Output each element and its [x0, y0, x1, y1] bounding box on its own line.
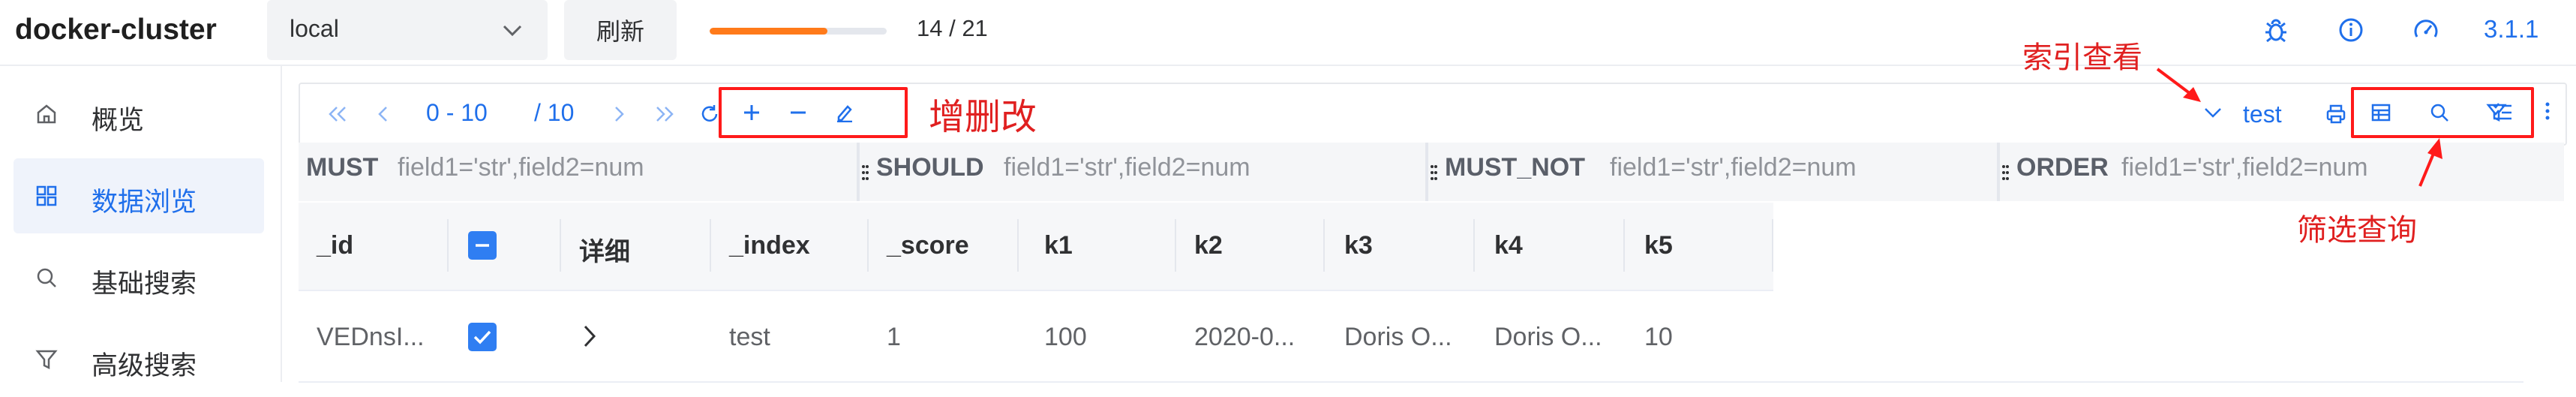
query-filter-row: MUST field1='str',field2=num SHOULD fiel…: [299, 143, 2564, 201]
more-vertical-icon[interactable]: [2534, 98, 2561, 125]
column-divider[interactable]: [1323, 219, 1325, 272]
drag-handle-icon[interactable]: [1428, 159, 1439, 186]
page-total: / 10: [534, 99, 575, 126]
sidebar-item-label: 数据浏览: [92, 188, 197, 217]
first-page-icon[interactable]: [324, 101, 351, 128]
filter-should[interactable]: SHOULD field1='str',field2=num: [860, 143, 1428, 201]
cluster-select[interactable]: local: [267, 0, 548, 60]
cell-k5: 10: [1644, 323, 1673, 351]
column-header[interactable]: k5: [1644, 231, 1673, 260]
column-header[interactable]: 详细: [579, 231, 630, 268]
column-header[interactable]: _index: [729, 231, 810, 260]
dashboard-icon[interactable]: [2411, 15, 2441, 45]
sidebar-item-advanced-search[interactable]: 高级搜索: [14, 322, 264, 397]
grid-icon: [33, 182, 60, 209]
page-range: 0 - 10: [426, 99, 488, 126]
print-icon[interactable]: [2322, 101, 2349, 128]
column-divider[interactable]: [1473, 219, 1475, 272]
refresh-button[interactable]: 刷新: [564, 0, 677, 60]
filter-must-not[interactable]: MUST_NOT field1='str',field2=num: [1428, 143, 2000, 201]
filter-icon: [33, 346, 60, 373]
app-title: docker-cluster: [15, 14, 217, 46]
filter-key: MUST_NOT: [1445, 153, 1585, 182]
prev-page-icon[interactable]: [369, 101, 396, 128]
sidebar-item-label: 基础搜索: [92, 269, 197, 299]
sidebar-item-label: 概览: [92, 106, 145, 135]
cluster-select-value: local: [290, 15, 339, 42]
table-header: _id 详细 _index _score k1 k2 k3 k4 k5: [299, 203, 1773, 291]
filter-key: SHOULD: [876, 153, 984, 182]
column-header[interactable]: _id: [317, 231, 353, 260]
column-header[interactable]: k4: [1494, 231, 1523, 260]
filter-query-arrow-icon: [2418, 138, 2442, 187]
next-page-icon[interactable]: [606, 101, 633, 128]
column-divider[interactable]: [447, 219, 449, 272]
cell-k4: Doris O...: [1494, 323, 1602, 351]
table-view-icon[interactable]: [2367, 99, 2394, 126]
row-checkbox[interactable]: [468, 323, 497, 351]
home-icon: [33, 101, 60, 128]
cell-id: VEDnsI...: [317, 323, 425, 351]
index-view-annotation-label: 索引查看: [2022, 41, 2142, 74]
sidebar-item-label: 高级搜索: [92, 351, 197, 380]
filter-key: MUST: [306, 153, 379, 182]
column-divider[interactable]: [867, 219, 869, 272]
remove-icon[interactable]: [785, 99, 812, 126]
chevron-down-icon: [501, 20, 524, 42]
sidebar: 概览 数据浏览 基础搜索 高级搜索: [0, 66, 282, 382]
column-divider[interactable]: [560, 219, 561, 272]
cell-k2: 2020-0...: [1194, 323, 1296, 351]
cell-k3: Doris O...: [1344, 323, 1452, 351]
bug-icon[interactable]: [2261, 15, 2291, 45]
progress-bar: [710, 28, 887, 35]
drag-handle-icon[interactable]: [860, 159, 870, 186]
info-icon[interactable]: [2336, 15, 2366, 45]
filter-order[interactable]: ORDER field1='str',field2=num: [2000, 143, 2564, 201]
filter-placeholder: field1='str',field2=num: [2121, 153, 2368, 182]
column-header[interactable]: k1: [1044, 231, 1073, 260]
column-header[interactable]: k2: [1194, 231, 1223, 260]
expand-row-icon[interactable]: [576, 321, 603, 351]
data-toolbar: 0 - 10 / 10 增删改 test: [299, 83, 2567, 146]
filter-placeholder: field1='str',field2=num: [1004, 153, 1250, 182]
version-label[interactable]: 3.1.1: [2484, 15, 2538, 44]
table-row[interactable]: VEDnsI... test 1 100 2020-0... Doris O..…: [299, 290, 2523, 383]
column-divider[interactable]: [1175, 219, 1176, 272]
index-view-arrow-icon: [2156, 68, 2201, 102]
progress-text: 14 / 21: [917, 15, 988, 41]
filter-placeholder: field1='str',field2=num: [1610, 153, 1857, 182]
sidebar-item-basic-search[interactable]: 基础搜索: [14, 240, 264, 315]
cell-score: 1: [887, 323, 901, 351]
sidebar-item-overview[interactable]: 概览: [14, 77, 264, 152]
checklist-icon[interactable]: [2489, 98, 2516, 125]
cell-index: test: [729, 323, 770, 351]
top-header: docker-cluster local 刷新 14 / 21 3.1.1: [0, 0, 2576, 66]
filter-query-annotation-label: 筛选查询: [2297, 214, 2417, 247]
column-divider[interactable]: [1772, 219, 1773, 272]
column-header[interactable]: k3: [1344, 231, 1373, 260]
edit-icon[interactable]: [831, 99, 858, 126]
column-divider[interactable]: [1623, 219, 1625, 272]
cell-k1: 100: [1044, 323, 1087, 351]
column-divider[interactable]: [1017, 219, 1019, 272]
crud-annotation-label: 增删改: [929, 98, 1037, 137]
search-icon[interactable]: [2426, 99, 2453, 126]
select-all-checkbox[interactable]: [468, 231, 497, 260]
filter-must[interactable]: MUST field1='str',field2=num: [299, 143, 860, 201]
filter-placeholder: field1='str',field2=num: [398, 153, 644, 182]
sidebar-item-data-browse[interactable]: 数据浏览: [14, 158, 264, 233]
add-icon[interactable]: [738, 99, 765, 126]
index-select-value[interactable]: test: [2243, 101, 2282, 128]
column-divider[interactable]: [710, 219, 711, 272]
last-page-icon[interactable]: [651, 101, 678, 128]
filter-key: ORDER: [2016, 153, 2109, 182]
drag-handle-icon[interactable]: [2000, 159, 2010, 186]
search-icon: [33, 264, 60, 291]
progress-bar-fill: [710, 28, 828, 35]
column-header[interactable]: _score: [887, 231, 969, 260]
